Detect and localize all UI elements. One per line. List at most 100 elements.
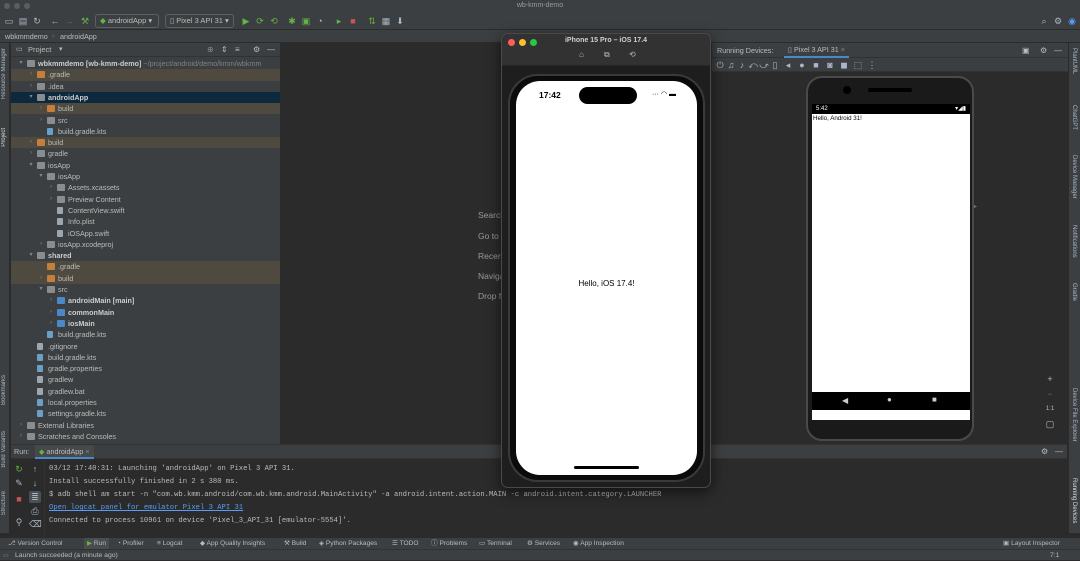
tree-item[interactable]: build.gradle.kts — [11, 126, 280, 137]
overview-icon[interactable]: ■ — [810, 59, 822, 71]
hide-panel-icon[interactable]: — — [1054, 43, 1062, 58]
tree-item[interactable]: iOSApp.swift — [11, 228, 280, 239]
chevron-right-icon[interactable]: › — [27, 137, 35, 148]
chevron-down-icon[interactable]: ▾ — [27, 92, 35, 103]
home-icon[interactable]: ● — [796, 59, 808, 71]
tree-item[interactable]: gradle.properties — [11, 363, 280, 374]
status-panel-icon[interactable]: ▭ — [3, 550, 9, 561]
gradle-sync-icon[interactable]: ⇅ — [366, 15, 378, 27]
stop-icon[interactable]: ■ — [347, 15, 359, 27]
more-icon[interactable]: ⋮ — [866, 59, 878, 71]
tab-bookmarks[interactable]: Bookmarks — [1, 375, 7, 405]
tab-gradle[interactable]: Gradle — [1071, 283, 1077, 301]
mirror-icon[interactable]: ⬚ — [852, 59, 864, 71]
nav-back-icon[interactable]: ◀ — [842, 396, 848, 405]
assistant-icon[interactable]: ◉ — [1066, 15, 1078, 27]
back-arrow-icon[interactable]: ← — [49, 15, 61, 27]
tree-item[interactable]: ▾ iosApp — [11, 171, 280, 182]
gear-icon[interactable]: ⚙ — [1040, 43, 1047, 58]
tree-item[interactable]: › .idea — [11, 81, 280, 92]
scroll-down-icon[interactable]: ↓ — [29, 477, 41, 489]
back-icon[interactable]: ◂ — [782, 59, 794, 71]
project-view-select[interactable]: Project — [28, 43, 51, 57]
tree-item[interactable]: › androidMain [main] — [11, 295, 280, 306]
gear-icon[interactable]: ⚙ — [253, 43, 260, 57]
apply-code-changes-icon[interactable]: ⟲ — [268, 15, 280, 27]
run-config-select[interactable]: ◆ androidApp ▾ — [95, 14, 159, 28]
tree-item[interactable]: › Preview Content — [11, 194, 280, 205]
window-layout-icon[interactable]: ▣ — [1022, 43, 1030, 58]
tree-item[interactable]: ▾ androidApp — [11, 91, 280, 104]
sdk-manager-icon[interactable]: ⬇ — [394, 15, 406, 27]
resize-handle[interactable]: ▸ — [974, 203, 977, 211]
chevron-right-icon[interactable]: › — [47, 194, 55, 205]
profile-icon[interactable]: ◔ — [314, 15, 326, 27]
open-logcat-link[interactable]: Open logcat panel for emulator Pixel 3 A… — [49, 502, 243, 514]
breadcrumb-module[interactable]: androidApp — [60, 30, 97, 43]
wrench-icon[interactable]: ✎ — [13, 477, 25, 489]
device-manager-icon[interactable]: ▦ — [380, 15, 392, 27]
pin-icon[interactable]: ⚲ — [13, 516, 25, 528]
coverage-icon[interactable]: ▸ — [333, 15, 345, 27]
tree-item[interactable]: ▾ src — [11, 284, 280, 295]
tree-item[interactable]: › iosApp.xcodeproj — [11, 239, 280, 250]
home-icon[interactable]: ⌂ — [579, 50, 584, 59]
nav-recents-icon[interactable]: ■ — [932, 395, 937, 404]
tree-item[interactable]: › iosMain — [11, 318, 280, 329]
caret-position[interactable]: 7:1 — [1050, 550, 1059, 561]
tree-item[interactable]: › build — [11, 272, 280, 284]
save-icon[interactable]: ▤ — [17, 15, 29, 27]
chevron-right-icon[interactable]: › — [47, 182, 55, 193]
tab-notifications[interactable]: Notifications — [1071, 225, 1077, 258]
tree-item[interactable]: › build — [11, 103, 280, 115]
tree-item[interactable]: › .gradle — [11, 69, 280, 81]
screenshot-icon[interactable]: ◙ — [824, 59, 836, 71]
chevron-down-icon[interactable]: ▾ — [37, 284, 45, 295]
tab-running-devices[interactable]: Running Devices — [1071, 478, 1077, 523]
close-icon[interactable]: × — [841, 45, 845, 54]
tree-item[interactable]: gradlew — [11, 374, 280, 385]
tree-item[interactable]: › gradle — [11, 148, 280, 159]
tab-resource-manager[interactable]: Resource Manager — [1, 48, 7, 99]
rerun-icon[interactable]: ↻ — [13, 463, 25, 475]
nav-home-icon[interactable]: ● — [887, 395, 892, 404]
gear-icon[interactable]: ⚙ — [1041, 445, 1048, 459]
fold-icon[interactable]: ▯ — [769, 59, 781, 71]
tab-device-file-explorer[interactable]: Device File Explorer — [1071, 388, 1077, 442]
scroll-up-icon[interactable]: ↑ — [29, 463, 41, 475]
chevron-right-icon[interactable]: › — [47, 318, 55, 329]
tree-item[interactable]: .gradle — [11, 261, 280, 273]
close-icon[interactable]: × — [85, 447, 89, 456]
tree-item[interactable]: ▾ iosApp — [11, 160, 280, 171]
folder-icon[interactable]: ▭ — [3, 15, 15, 27]
tab-pixel-3[interactable]: ▯ Pixel 3 API 31 × — [784, 43, 849, 58]
tree-item[interactable]: local.properties — [11, 397, 280, 408]
home-indicator[interactable] — [574, 466, 639, 469]
tree-item[interactable]: gradlew.bat — [11, 386, 280, 397]
hide-panel-icon[interactable]: — — [1055, 445, 1063, 459]
rotate-icon[interactable]: ⟲ — [629, 50, 636, 59]
chevron-down-icon[interactable]: ▾ — [59, 43, 63, 57]
soft-wrap-icon[interactable]: ≣ — [29, 491, 41, 503]
tree-item[interactable]: settings.gradle.kts — [11, 408, 280, 419]
debug-icon[interactable]: ✱ — [286, 15, 298, 27]
gear-icon[interactable]: ⚙ — [1052, 15, 1064, 27]
tab-build-variants[interactable]: Build Variants — [1, 431, 7, 468]
chevron-right-icon[interactable]: › — [37, 115, 45, 126]
iphone-screen[interactable]: 17:42 ··· ◠ ▬ Hello, iOS 17.4! — [516, 81, 697, 475]
tree-item[interactable]: › External Libraries — [11, 420, 280, 431]
chevron-down-icon[interactable]: ▾ — [27, 250, 35, 261]
tree-item[interactable]: › build — [11, 137, 280, 149]
tree-item[interactable]: .gitignore — [11, 341, 280, 352]
android-screen[interactable]: 5:42 ▾◢▮ Hello, Android 31! ◀ ● ■ — [812, 104, 970, 420]
chevron-right-icon[interactable]: › — [17, 420, 25, 431]
device-select[interactable]: ▯ Pixel 3 API 31 ▾ — [165, 14, 234, 28]
tab-chatgpt[interactable]: ChatGPT — [1071, 105, 1077, 130]
forward-arrow-icon[interactable]: → — [63, 15, 75, 27]
tab-project[interactable]: Project — [1, 128, 7, 147]
tree-item[interactable]: › Assets.xcassets — [11, 182, 280, 193]
chevron-right-icon[interactable]: › — [37, 273, 45, 284]
chevron-down-icon[interactable]: ▾ — [27, 160, 35, 171]
chevron-down-icon[interactable]: ▾ — [17, 58, 25, 69]
tab-plantuml[interactable]: PlantUML — [1071, 48, 1077, 74]
